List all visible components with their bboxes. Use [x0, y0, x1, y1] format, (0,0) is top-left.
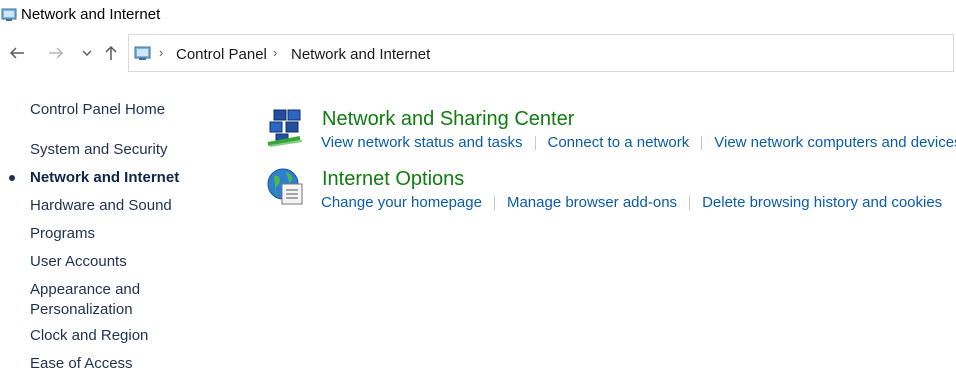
forward-arrow-icon — [49, 47, 64, 59]
link-divider — [701, 136, 703, 151]
sidebar-item-programs[interactable]: Programs — [30, 224, 95, 244]
view-network-status-link[interactable]: View network status and tasks — [321, 134, 523, 151]
sidebar-item-hardware-and-sound[interactable]: Hardware and Sound — [30, 196, 172, 216]
breadcrumb-network-and-internet[interactable]: Network and Internet — [291, 46, 430, 63]
internet-options-links: Change your homepage Manage browser add-o… — [321, 194, 942, 211]
back-arrow-icon — [9, 47, 24, 59]
forward-button[interactable] — [45, 42, 67, 64]
sidebar-item-system-and-security[interactable]: System and Security — [30, 140, 168, 160]
up-button[interactable] — [100, 42, 122, 64]
delete-browsing-history-link[interactable]: Delete browsing history and cookies — [702, 194, 942, 211]
breadcrumb-separator-icon[interactable]: › — [273, 45, 277, 60]
link-divider — [534, 136, 536, 151]
link-divider — [689, 196, 691, 211]
sidebar-item-appearance-and-personalization[interactable]: Appearance and Personalization — [30, 280, 140, 320]
breadcrumb-control-panel[interactable]: Control Panel — [176, 46, 267, 63]
link-divider — [493, 196, 495, 211]
chevron-down-icon — [82, 50, 92, 56]
sidebar-item-clock-and-region[interactable]: Clock and Region — [30, 326, 148, 346]
sidebar-item-network-and-internet[interactable]: Network and Internet — [30, 168, 179, 188]
network-sharing-links: View network status and tasks Connect to … — [321, 134, 956, 151]
change-homepage-link[interactable]: Change your homepage — [321, 194, 482, 211]
active-bullet-icon — [9, 175, 15, 181]
up-arrow-icon — [105, 45, 117, 60]
navigation-bar: › Control Panel › Network and Internet — [0, 34, 956, 74]
internet-options-icon — [267, 168, 303, 205]
address-bar[interactable]: › Control Panel › Network and Internet — [128, 34, 954, 72]
network-and-sharing-center-title[interactable]: Network and Sharing Center — [322, 108, 574, 131]
manage-browser-addons-link[interactable]: Manage browser add-ons — [507, 194, 677, 211]
network-folder-icon — [134, 46, 151, 60]
breadcrumb-separator-icon[interactable]: › — [159, 45, 163, 60]
sidebar-item-user-accounts[interactable]: User Accounts — [30, 252, 127, 272]
internet-options-title[interactable]: Internet Options — [322, 168, 464, 191]
network-folder-icon — [1, 8, 17, 21]
view-network-computers-link[interactable]: View network computers and devices — [714, 134, 956, 151]
title-bar: Network and Internet — [0, 0, 956, 30]
back-button[interactable] — [6, 42, 28, 64]
sidebar-item-ease-of-access[interactable]: Ease of Access — [30, 354, 133, 374]
recent-locations-button[interactable] — [76, 42, 98, 64]
sidebar-item-control-panel-home[interactable]: Control Panel Home — [30, 100, 165, 120]
network-sharing-icon — [267, 109, 303, 147]
window-title: Network and Internet — [21, 6, 161, 23]
connect-to-network-link[interactable]: Connect to a network — [548, 134, 690, 151]
